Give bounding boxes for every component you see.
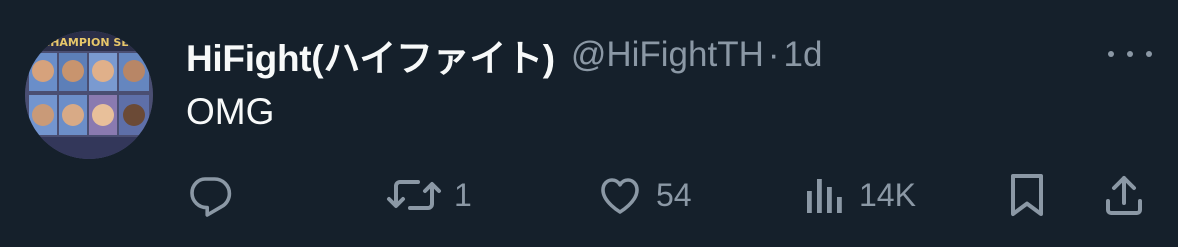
user-handle[interactable]: @HiFightTH (571, 35, 764, 75)
bookmark-button[interactable] (1005, 170, 1049, 220)
bookmark-icon (1011, 174, 1043, 216)
tweet-text: OMG (186, 91, 275, 132)
retweet-button[interactable]: 1 (386, 170, 472, 220)
avatar-banner-text: CHAMPION SEL (42, 36, 136, 49)
retweet-count: 1 (454, 176, 472, 213)
retweet-icon (387, 180, 441, 210)
more-options-button[interactable] (1108, 40, 1152, 68)
display-name[interactable]: HiFight(ハイファイト) (186, 28, 555, 82)
more-icon (1108, 51, 1114, 57)
more-icon-dot (1127, 51, 1133, 57)
tweet[interactable]: CHAMPION SEL HiFight(ハイファイト) @HiFightTH … (0, 0, 1178, 247)
more-icon-dot (1146, 51, 1152, 57)
timestamp[interactable]: 1d (784, 35, 823, 75)
like-button[interactable]: 54 (596, 170, 692, 220)
tweet-header: HiFight(ハイファイト) @HiFightTH · 1d (186, 30, 822, 80)
share-icon (1106, 176, 1142, 215)
avatar-image: CHAMPION SEL (25, 31, 153, 159)
like-icon (601, 178, 639, 214)
views-button[interactable]: 14K (803, 170, 916, 220)
avatar[interactable]: CHAMPION SEL (25, 31, 153, 159)
views-icon (807, 179, 842, 213)
reply-icon (190, 177, 232, 217)
reply-button[interactable] (186, 170, 246, 220)
like-count: 54 (656, 176, 692, 213)
views-count: 14K (859, 176, 916, 213)
separator-dot: · (767, 35, 780, 74)
share-button[interactable] (1100, 170, 1148, 220)
